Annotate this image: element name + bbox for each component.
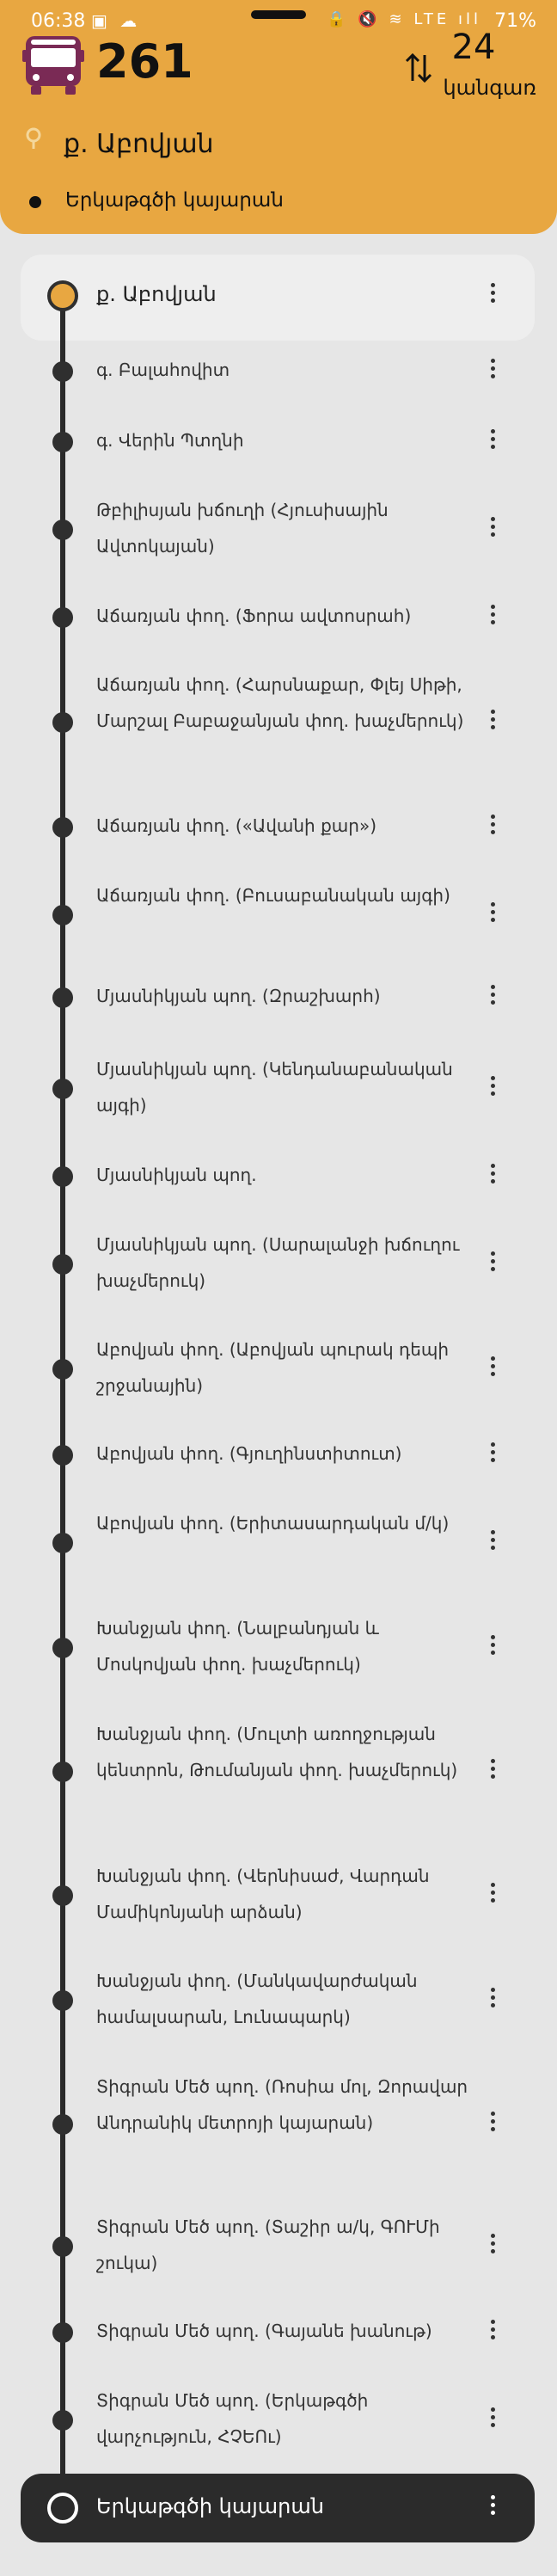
stop-name: Աճառյան փող. («Ավանի քար») [96,815,376,836]
more-options-icon[interactable] [487,1880,499,1911]
stop-marker-icon [52,2410,73,2431]
more-options-icon[interactable] [487,1440,499,1471]
origin-pin-icon [26,127,41,149]
more-options-icon[interactable] [487,707,499,738]
stop-marker-icon [52,432,73,452]
more-options-icon[interactable] [487,1249,499,1280]
stop-marker-icon [52,607,73,628]
stop-name: Տիգրան Մեծ պող. (Գայանե խանութ) [96,2321,432,2341]
stop-marker-icon [52,1079,73,1099]
more-options-icon[interactable] [487,900,499,931]
more-options-icon[interactable] [487,2405,499,2436]
stop-marker-icon [52,1761,73,1782]
origin-stop: ք. Աբովյան [64,129,214,159]
stop-name: Աբովյան փող. (Աբովյան պուրակ դեպի շրջանա… [96,1339,450,1396]
system-status-icons: 🔒 🔇 ≋ LTE ıll [327,10,481,28]
more-options-icon[interactable] [487,1073,499,1104]
more-options-icon[interactable] [487,1161,499,1192]
stop-name: գ. Բալահովիտ [96,360,230,380]
stop-name: Թբիլիսյան խճուղի (Հյուսիսային Ավտոկայան) [96,500,389,556]
stop-name: ք. Աբովյան [96,282,217,306]
stop-marker-icon [47,2493,78,2524]
stop-count: 24 [451,28,496,67]
stop-marker-icon [52,361,73,382]
more-options-icon[interactable] [487,1985,499,2016]
stop-marker-icon [52,905,73,925]
route-number: 261 [96,34,193,89]
more-options-icon[interactable] [487,1756,499,1787]
more-options-icon[interactable] [487,427,499,458]
stop-name: Մյասնիկյան պող. (Զրաշխարհ) [96,986,381,1006]
stop-count-label: կանգառ [443,76,536,100]
stop-marker-icon [52,520,73,540]
more-options-icon[interactable] [487,812,499,843]
route-header: 06:38 ▣ ☁ 🔒 🔇 ≋ LTE ıll 71% 261 24 կանգա… [0,0,557,234]
more-options-icon[interactable] [487,2493,499,2524]
stop-marker-icon [52,1166,73,1187]
more-options-icon[interactable] [487,2109,499,2140]
destination-dot-icon [29,196,41,208]
stop-name: Երկաթգծի կայարան [96,2494,324,2518]
stop-name: Խանջյան փող. (Նալբանդյան և Մոսկովյան փող… [96,1618,379,1675]
stop-name: Աճառյան փող. (Հարսնաքար, Փլեյ Սիթի, Մարշ… [96,674,464,731]
status-time: 06:38 [31,10,86,32]
stop-marker-icon [52,1533,73,1553]
stop-name: Խանջյան փող. (Վերնիսաժ, Վարդան Մամիկոնյա… [96,1866,430,1922]
stop-name: Մյասնիկյան պող. (Սարալանջի խճուղու խաչմե… [96,1234,460,1291]
stop-marker-icon [52,712,73,733]
stop-name: Խանջյան փող. (Մուլտի առողջության կենտրոն… [96,1724,458,1780]
stop-marker-icon [52,987,73,1008]
stop-marker-icon [52,1254,73,1275]
more-options-icon[interactable] [487,1354,499,1385]
stop-name: Աճառյան փող. (Ֆորա ավտոսրահ) [96,606,412,626]
more-options-icon[interactable] [487,1632,499,1663]
more-options-icon[interactable] [487,514,499,545]
stop-name: Աբովյան փող. (Երիտասարդական մ/կ) [96,1513,450,1534]
stop-name: գ. Վերին Պտղնի [96,430,244,451]
stop-name: Խանջյան փող. (Մանկավարժական համալսարան, … [96,1970,418,2027]
bus-icon [22,36,84,95]
more-options-icon[interactable] [487,1528,499,1559]
stop-marker-icon [52,2236,73,2257]
stop-name: Աճառյան փող. (Բուսաբանական այգի) [96,885,450,906]
stop-name: Աբովյան փող. (Գյուղինստիտուտ) [96,1443,402,1464]
stop-name: Տիգրան Մեծ պող. (Երկաթգծի վարչություն, Հ… [96,2390,369,2447]
more-options-icon[interactable] [487,982,499,1013]
more-options-icon[interactable] [487,280,499,311]
stop-marker-icon [52,1638,73,1658]
stop-marker-icon [52,1445,73,1466]
destination-stop: Երկաթգծի կայարան [65,189,284,212]
stop-name: Տիգրան Մեծ պող. (Ռոսիա մոլ, Զորավար Անդր… [96,2076,468,2133]
more-options-icon[interactable] [487,2231,499,2262]
stop-marker-icon [52,817,73,838]
stop-marker-icon [52,2114,73,2135]
stop-marker-icon [52,2322,73,2343]
stop-marker-icon [52,1885,73,1906]
more-options-icon[interactable] [487,602,499,633]
stop-marker-icon [47,280,78,311]
more-options-icon[interactable] [487,2317,499,2348]
stop-marker-icon [52,1990,73,2011]
camera-cutout [251,10,306,19]
stop-name: Մյասնիկյան պող. (Կենդանաբանական այգի) [96,1059,453,1116]
stop-marker-icon [52,1359,73,1380]
more-options-icon[interactable] [487,356,499,387]
stop-name: Տիգրան Մեծ պող. (Տաշիր ա/կ, ԳՈՒՄի շուկա) [96,2216,440,2273]
notification-icons: ▣ ☁ [91,10,141,31]
stop-name: Մյասնիկյան պող. [96,1165,257,1185]
